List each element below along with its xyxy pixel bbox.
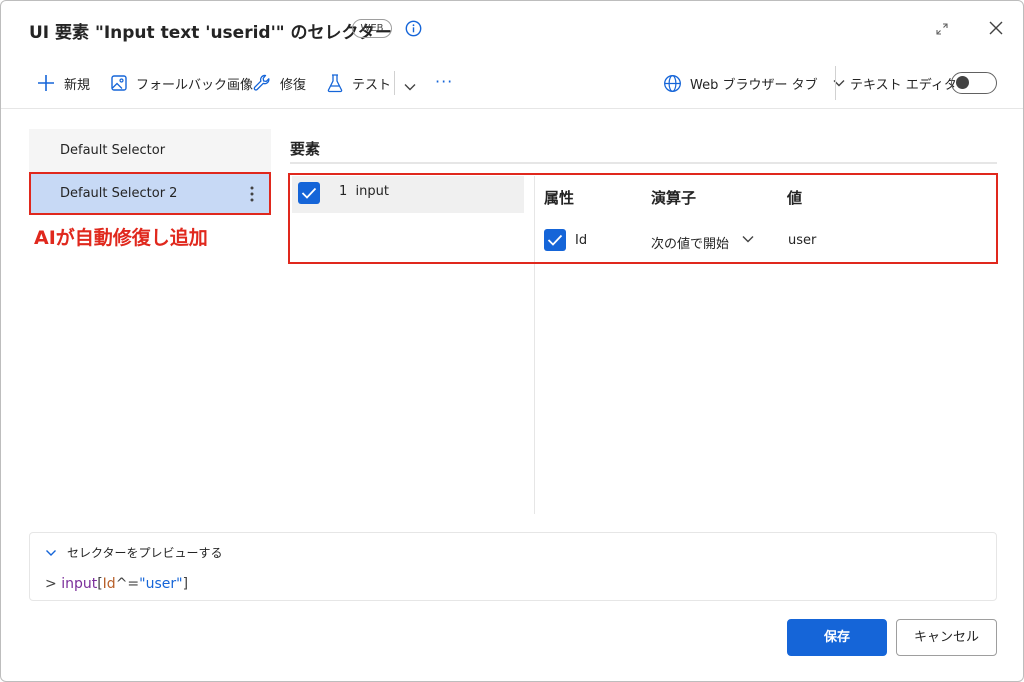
repair-label: 修復	[280, 77, 307, 93]
selector-list: Default Selector Default Selector 2	[29, 129, 271, 524]
chevron-down-icon	[833, 80, 845, 87]
repair-button[interactable]: 修復	[252, 72, 306, 94]
test-button[interactable]: テスト	[326, 72, 391, 94]
code-tag: input	[61, 576, 98, 592]
fallback-image-button[interactable]: フォールバック画像	[110, 72, 253, 94]
test-dropdown-chevron-icon[interactable]	[403, 76, 417, 98]
elements-heading: 要素	[290, 140, 321, 158]
ai-repair-annotation: AIが自動修復し追加	[34, 227, 208, 249]
close-icon[interactable]	[988, 20, 1004, 36]
flask-icon	[327, 74, 343, 93]
info-icon[interactable]	[405, 20, 422, 37]
web-badge: WEB	[352, 19, 392, 38]
browser-tab-label: Web ブラウザー タブ	[690, 77, 818, 93]
selector-dialog: UI 要素 "Input text 'userid'" のセレクター WEB 新…	[0, 0, 1024, 682]
dialog-title: UI 要素 "Input text 'userid'" のセレクター	[29, 23, 392, 43]
image-icon	[111, 75, 127, 91]
selector-item-label: Default Selector 2	[60, 186, 178, 201]
selector-item-default[interactable]: Default Selector	[29, 129, 271, 172]
preview-code: > input[Id^="user"]	[45, 576, 188, 592]
more-options-button[interactable]: ···	[435, 70, 453, 92]
fallback-image-label: フォールバック画像	[136, 77, 254, 93]
title-bar: UI 要素 "Input text 'userid'" のセレクター WEB	[1, 1, 1023, 57]
code-attr: Id	[102, 576, 116, 592]
toolbar: 新規 フォールバック画像 修復 テスト ··· Web ブラウザー タブ テキス…	[1, 57, 1023, 109]
code-close-bracket: ]	[182, 576, 189, 592]
plus-icon	[38, 75, 54, 91]
toolbar-divider-2	[835, 66, 836, 100]
expand-icon[interactable]	[934, 21, 950, 37]
selector-item-default-2[interactable]: Default Selector 2	[29, 172, 271, 215]
text-editor-toggle[interactable]	[951, 72, 997, 94]
elements-divider	[290, 162, 997, 164]
code-prompt: >	[45, 576, 57, 592]
new-label: 新規	[64, 77, 91, 93]
code-value: "user"	[139, 576, 183, 592]
more-vertical-icon[interactable]	[249, 185, 255, 203]
highlight-box	[288, 173, 998, 264]
new-button[interactable]: 新規	[36, 72, 90, 94]
code-operator: ^=	[115, 576, 140, 592]
toggle-knob	[956, 76, 969, 89]
cancel-button[interactable]: キャンセル	[896, 619, 997, 656]
wrench-icon	[253, 74, 270, 91]
globe-icon	[664, 74, 681, 92]
browser-tab-dropdown[interactable]: Web ブラウザー タブ	[663, 72, 846, 94]
save-button[interactable]: 保存	[787, 619, 887, 656]
toolbar-divider	[394, 71, 395, 95]
preview-toggle-label: セレクターをプレビューする	[67, 546, 223, 560]
selector-preview: セレクターをプレビューする > input[Id^="user"]	[29, 532, 997, 601]
chevron-down-icon	[46, 549, 56, 556]
test-label: テスト	[352, 77, 392, 93]
preview-toggle[interactable]: セレクターをプレビューする	[45, 544, 223, 561]
